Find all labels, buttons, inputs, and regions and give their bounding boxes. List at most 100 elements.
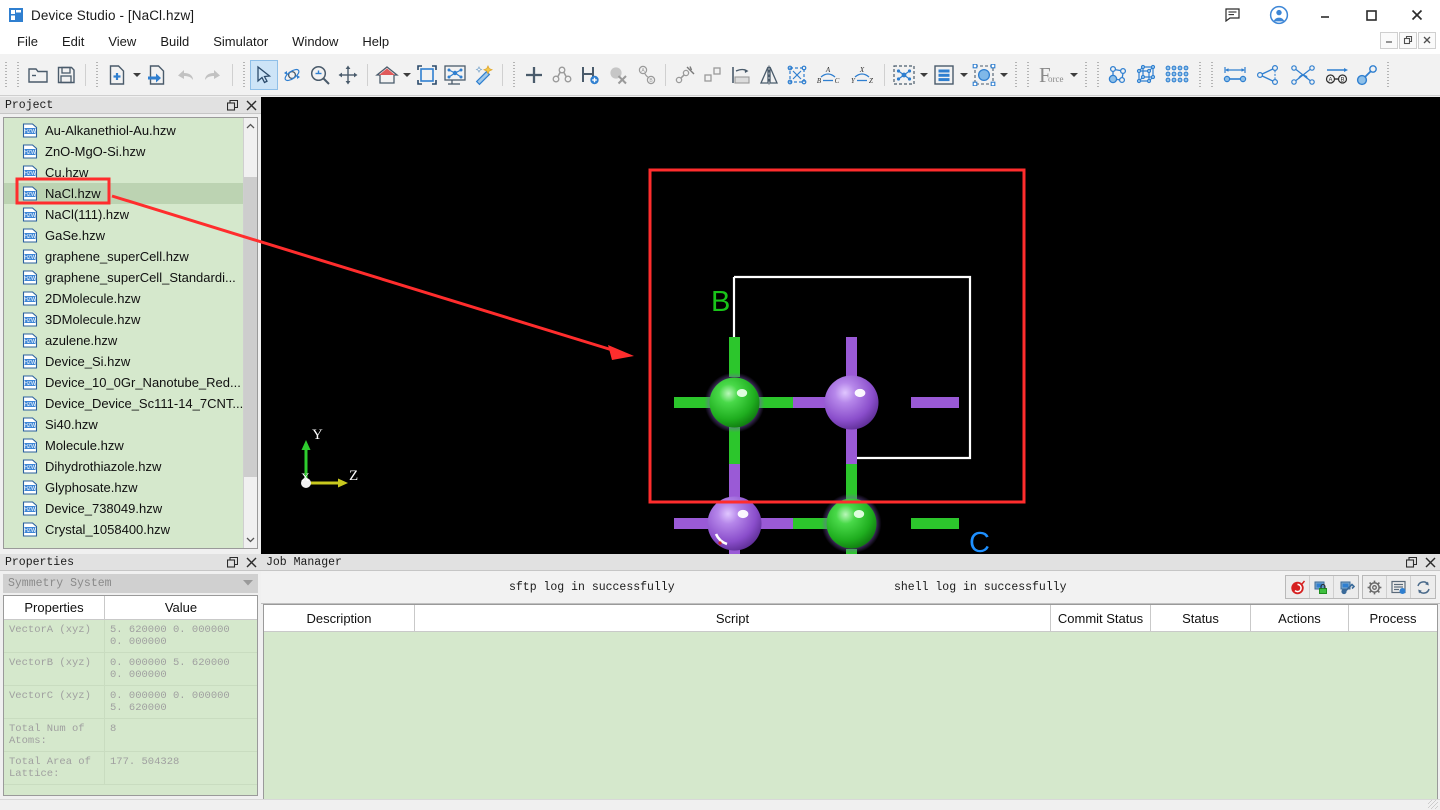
job-column-header[interactable]: Commit Status [1051, 605, 1151, 631]
project-item[interactable]: HZWNaCl.hzw [4, 183, 243, 204]
refresh-icon[interactable] [1411, 576, 1435, 598]
toolbar-grip[interactable] [1196, 62, 1204, 88]
key-connect-icon[interactable] [1334, 576, 1358, 598]
close-icon[interactable] [246, 557, 257, 568]
server-list-icon[interactable] [1387, 576, 1411, 598]
home-view-icon[interactable] [373, 60, 401, 90]
region-style-dropdown-caret[interactable] [998, 60, 1010, 90]
scroll-track[interactable] [244, 135, 257, 531]
toolbar-grip[interactable] [1094, 62, 1102, 88]
add-hydrogen-icon[interactable] [576, 60, 604, 90]
scroll-up-icon[interactable] [244, 118, 257, 135]
project-item[interactable]: HZWDihydrothiazole.hzw [4, 456, 243, 477]
toolbar-grip[interactable] [510, 62, 518, 88]
job-column-header[interactable]: Script [415, 605, 1051, 631]
mirror-icon[interactable] [755, 60, 783, 90]
scale-icon[interactable] [783, 60, 811, 90]
atom-style-icon[interactable] [890, 60, 918, 90]
project-item[interactable]: HZWDevice_Device_Sc111-14_7CNT... [4, 393, 243, 414]
project-item[interactable]: HZWDevice_738049.hzw [4, 498, 243, 519]
project-item[interactable]: HZWAu-Alkanethiol-Au.hzw [4, 120, 243, 141]
menu-item-simulator[interactable]: Simulator [202, 31, 279, 53]
project-scrollbar[interactable] [243, 118, 257, 548]
minimize-icon[interactable] [1302, 0, 1348, 30]
toolbar-grip[interactable] [2, 62, 10, 88]
bond-length-icon[interactable] [1354, 60, 1382, 90]
settings-gear-icon[interactable] [1363, 576, 1387, 598]
vector-icon[interactable]: A B [1320, 60, 1354, 90]
pan-icon[interactable] [334, 60, 362, 90]
menu-item-help[interactable]: Help [351, 31, 400, 53]
region-style-icon[interactable] [970, 60, 998, 90]
menu-item-view[interactable]: View [97, 31, 147, 53]
break-bond-icon[interactable] [671, 60, 699, 90]
toolbar-grip[interactable] [240, 62, 248, 88]
project-item[interactable]: HZWSi40.hzw [4, 414, 243, 435]
maximize-icon[interactable] [1348, 0, 1394, 30]
feedback-icon[interactable] [1210, 0, 1256, 30]
scroll-down-icon[interactable] [244, 531, 257, 548]
project-item[interactable]: HZWDevice_10_0Gr_Nanotube_Red... [4, 372, 243, 393]
save-icon[interactable] [52, 60, 80, 90]
job-column-header[interactable]: Actions [1251, 605, 1349, 631]
project-item[interactable]: HZWgraphene_superCell.hzw [4, 246, 243, 267]
job-column-header[interactable]: Status [1151, 605, 1251, 631]
force-field-dropdown-caret[interactable] [1068, 60, 1080, 90]
resize-grip[interactable] [1428, 800, 1438, 809]
layer-style-dropdown-caret[interactable] [958, 60, 970, 90]
magic-wand-icon[interactable] [469, 60, 497, 90]
symmetry-system-select[interactable]: Symmetry System [3, 574, 258, 593]
menu-item-window[interactable]: Window [281, 31, 349, 53]
unit-cell-icon[interactable] [1132, 60, 1160, 90]
close-icon[interactable] [1394, 0, 1440, 30]
property-row[interactable]: VectorA (xyz)5. 620000 0. 000000 0. 0000… [4, 620, 257, 653]
job-column-header[interactable]: Process [1349, 605, 1437, 631]
fit-to-view-icon[interactable] [413, 60, 441, 90]
set-angle-icon[interactable]: A B C [811, 60, 845, 90]
project-item[interactable]: HZWGlyphosate.hzw [4, 477, 243, 498]
project-item[interactable]: HZW3DMolecule.hzw [4, 309, 243, 330]
home-view-dropdown-caret[interactable] [401, 60, 413, 90]
select-pointer-icon[interactable] [250, 60, 278, 90]
structure-viewport-3d[interactable]: B C Y Z X [261, 97, 1440, 554]
project-item[interactable]: HZWGaSe.hzw [4, 225, 243, 246]
project-item[interactable]: HZWgraphene_superCell_Standardi... [4, 267, 243, 288]
new-file-icon[interactable] [103, 60, 131, 90]
toolbar-grip[interactable] [14, 62, 22, 88]
project-item[interactable]: HZWZnO-MgO-Si.hzw [4, 141, 243, 162]
undo-icon[interactable] [171, 60, 199, 90]
rotate-icon[interactable] [278, 60, 306, 90]
translate-icon[interactable] [699, 60, 727, 90]
toolbar-grip[interactable] [93, 62, 101, 88]
menu-item-build[interactable]: Build [149, 31, 200, 53]
open-folder-icon[interactable] [24, 60, 52, 90]
close-icon[interactable] [1425, 557, 1436, 568]
measure-angle-icon[interactable] [1252, 60, 1286, 90]
property-row[interactable]: Total Num of Atoms:8 [4, 719, 257, 752]
project-item[interactable]: HZWazulene.hzw [4, 330, 243, 351]
account-icon[interactable] [1256, 0, 1302, 30]
toolbar-grip[interactable] [1384, 62, 1392, 88]
force-field-icon[interactable]: F orce [1034, 60, 1068, 90]
toolbar-grip[interactable] [1208, 62, 1216, 88]
job-column-header[interactable]: Description [264, 605, 415, 631]
property-row[interactable]: VectorC (xyz)0. 000000 0. 000000 5. 6200… [4, 686, 257, 719]
display-structure-icon[interactable] [441, 60, 469, 90]
align-icon[interactable] [727, 60, 755, 90]
supercell-icon[interactable] [1160, 60, 1194, 90]
zoom-icon[interactable] [306, 60, 334, 90]
molecule-build-icon[interactable] [1104, 60, 1132, 90]
menu-item-file[interactable]: File [6, 31, 49, 53]
scroll-thumb[interactable] [244, 177, 257, 477]
add-molecule-icon[interactable] [548, 60, 576, 90]
toolbar-grip[interactable] [1012, 62, 1020, 88]
redo-icon[interactable] [199, 60, 227, 90]
project-item[interactable]: HZWCrystal_1058400.hzw [4, 519, 243, 540]
delete-atom-icon[interactable] [604, 60, 632, 90]
float-icon[interactable] [227, 100, 238, 111]
property-row[interactable]: Total Area of Lattice:177. 504328 [4, 752, 257, 785]
project-item[interactable]: HZWMolecule.hzw [4, 435, 243, 456]
project-item[interactable]: HZWNaCl(111).hzw [4, 204, 243, 225]
mdi-minimize-icon[interactable] [1380, 32, 1398, 49]
add-atom-icon[interactable] [520, 60, 548, 90]
